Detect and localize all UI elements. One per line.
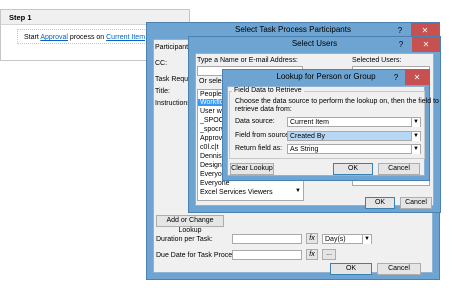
duration-fx-button[interactable]: fx [306,233,318,244]
participants-cancel-button[interactable]: Cancel [377,263,421,275]
clear-lookup-button[interactable]: Clear Lookup [230,163,274,175]
lookup-person-group-dialog: Lookup for Person or Group ? ✕ Field Dat… [222,69,439,181]
due-date-input[interactable] [232,250,302,260]
step-action-sentence: Start Approval process on Current Item w… [24,34,159,41]
due-date-label: Due Date for Task Process: [156,252,242,259]
list-item[interactable]: Everyone [200,180,230,187]
return-field-select[interactable]: As String ▼ [287,144,421,154]
participants-ok-button[interactable]: OK [330,263,372,275]
due-date-picker-button[interactable]: ... [322,249,336,260]
lookup-ok-button[interactable]: OK [333,163,373,175]
title-label: Title: [155,88,170,95]
users-cancel-button[interactable]: Cancel [400,197,432,209]
chevron-down-icon: ▼ [362,235,371,244]
lookup-cancel-button[interactable]: Cancel [378,163,420,175]
return-field-label: Return field as: [235,145,283,152]
list-item[interactable]: Excel Services Viewers [200,189,273,196]
field-from-source-label: Field from source: [235,132,292,139]
cc-label: CC: [155,60,168,67]
close-button[interactable]: ✕ [405,70,429,85]
list-item[interactable]: c0ǀ.c|t [200,144,218,151]
field-from-source-value: Created By [290,133,326,140]
selected-users-label: Selected Users: [352,57,402,64]
description-line-1: Choose the data source to perform the lo… [235,98,439,105]
users-ok-button[interactable]: OK [365,197,395,209]
close-button[interactable]: ✕ [412,37,440,52]
data-source-label: Data source: [235,118,275,125]
scroll-down-icon[interactable]: ▼ [295,188,301,194]
duration-label: Duration per Task: [156,236,213,243]
help-button[interactable]: ? [392,37,410,52]
field-from-source-select[interactable]: Created By ▼ [287,131,421,141]
data-source-select[interactable]: Current Item ▼ [287,117,421,127]
return-field-value: As String [290,146,319,153]
dialog-client: Field Data to Retrieve Choose the data s… [227,86,439,176]
current-item-link[interactable]: Current Item [106,34,145,41]
chevron-down-icon: ▼ [411,132,420,141]
duration-unit-select[interactable]: Day(s) ▼ [322,234,372,244]
step-title: Step 1 [9,13,32,22]
help-button[interactable]: ? [388,70,404,85]
duration-input[interactable] [232,234,302,244]
add-change-lookup-button[interactable]: Add or Change Lookup [156,215,224,234]
field-data-group-label: Field Data to Retrieve [232,87,304,94]
approval-link[interactable]: Approval [40,34,68,41]
due-date-fx-button[interactable]: fx [306,249,318,260]
duration-unit-value: Day(s) [325,236,346,243]
chevron-down-icon: ▼ [411,145,420,154]
description-line-2: retrieve data from: [235,106,292,113]
data-source-value: Current Item [290,119,329,126]
chevron-down-icon: ▼ [411,118,420,127]
type-name-label: Type a Name or E-mail Address: [197,57,298,64]
